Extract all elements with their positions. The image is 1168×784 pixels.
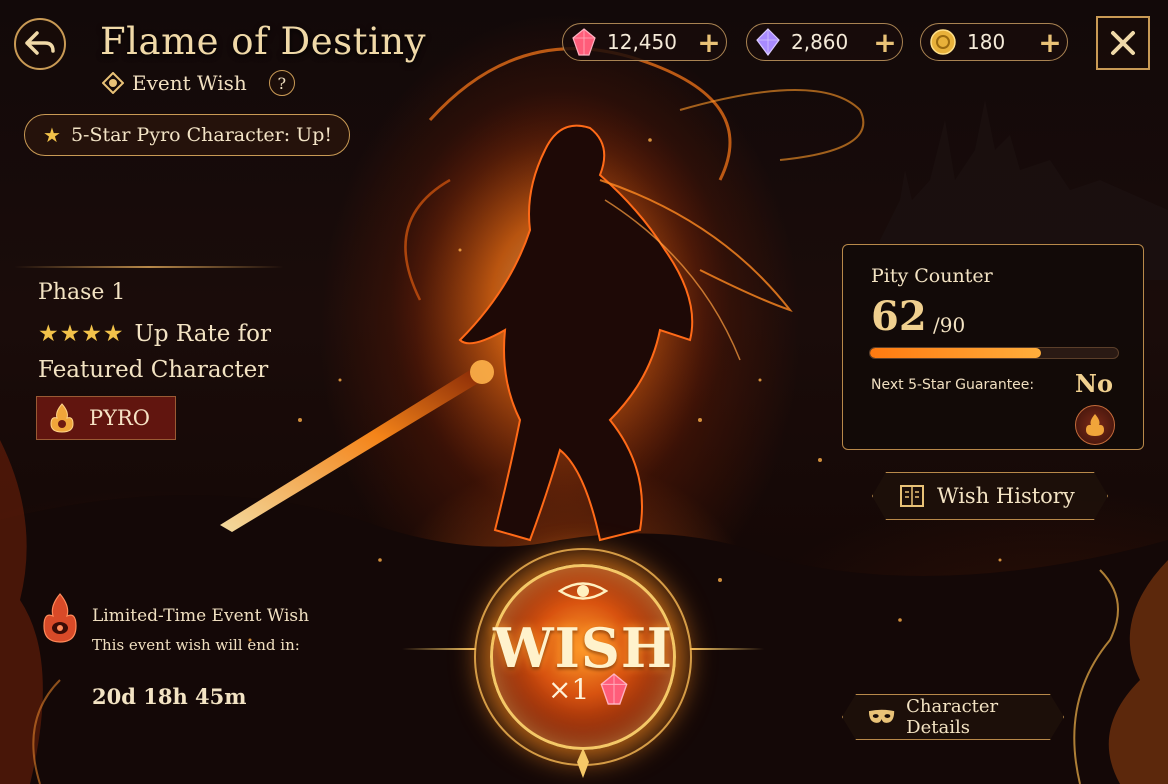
wish-history-button[interactable]: Wish History [872,472,1108,520]
event-wish-subtitle: Event Wish ? [102,70,295,96]
wish-ornament-right [690,648,764,650]
wish-cost-amount: ×1 [548,672,590,706]
red-crystal-count: 12,450 [607,30,677,54]
currency-purple-crystal: 2,860 + [746,23,903,61]
red-crystal-icon [600,673,628,705]
character-details-button[interactable]: Character Details [842,694,1064,740]
event-emblem-icon [102,72,124,94]
add-gold-coin-button[interactable]: + [1033,26,1067,59]
character-details-label: Character Details [906,696,999,738]
wish-label: WISH [493,616,673,680]
limited-title: Limited-Time Event Wish [92,606,310,626]
limited-description: This event wish will end in: [92,636,300,654]
fire-eye-icon [558,582,608,600]
currency-gold-coin: 180 + [920,23,1068,61]
phase-label: Phase 1 [38,280,126,305]
rate-up-banner-text: 5-Star Pyro Character: Up! [70,124,332,146]
close-button[interactable] [1096,16,1150,70]
limited-time-notice: Limited-Time Event Wish This event wish … [38,592,338,672]
close-icon [1111,31,1135,55]
phase-divider [14,266,284,268]
add-red-crystal-button[interactable]: + [692,26,726,59]
countdown-timer: 20d 18h 45m [92,684,247,709]
back-arrow-icon [25,31,55,55]
pyro-emblem-icon [1075,405,1115,445]
gold-coin-icon [930,29,956,55]
add-purple-crystal-button[interactable]: + [868,26,902,59]
pity-title: Pity Counter [871,265,993,287]
wish-button[interactable]: WISH ×1 [402,542,764,778]
wish-ornament-left [402,648,476,650]
rate-up-banner: ★ 5-Star Pyro Character: Up! [24,114,350,156]
rate-up-info: ★★★★ Up Rate for Featured Character [38,316,271,388]
help-button[interactable]: ? [268,70,295,96]
wish-history-label: Wish History [937,484,1075,508]
star-rating: ★★★★ [38,321,125,347]
element-badge: PYRO [36,396,176,440]
back-button[interactable] [14,18,66,70]
element-label: PYRO [89,406,151,430]
pyro-flame-icon [43,593,77,643]
pyro-element-icon [50,403,74,433]
pity-max: /90 [933,313,966,337]
red-crystal-icon [572,28,596,56]
guarantee-label: Next 5-Star Guarantee: [871,377,1035,393]
wish-bottom-ornament [577,748,589,778]
pity-progress-fill [870,348,1041,358]
page-title: Flame of Destiny [100,20,427,63]
pity-progress-bar [869,347,1119,359]
wish-cost: ×1 [548,672,629,706]
subtitle-text: Event Wish [132,71,247,95]
mask-icon [867,708,896,726]
pity-counter-panel: Pity Counter 62 /90 Next 5-Star Guarante… [842,244,1144,450]
purple-crystal-icon [756,28,780,56]
book-icon [899,484,925,508]
purple-crystal-count: 2,860 [791,30,849,54]
rate-line-2: Featured Character [38,357,269,383]
rate-line-1: Up Rate for [134,321,271,347]
pity-count: 62 [871,293,927,340]
gold-coin-count: 180 [967,30,1006,54]
guarantee-value: No [1075,369,1113,398]
star-icon: ★ [43,123,61,147]
currency-red-crystal: 12,450 + [562,23,727,61]
